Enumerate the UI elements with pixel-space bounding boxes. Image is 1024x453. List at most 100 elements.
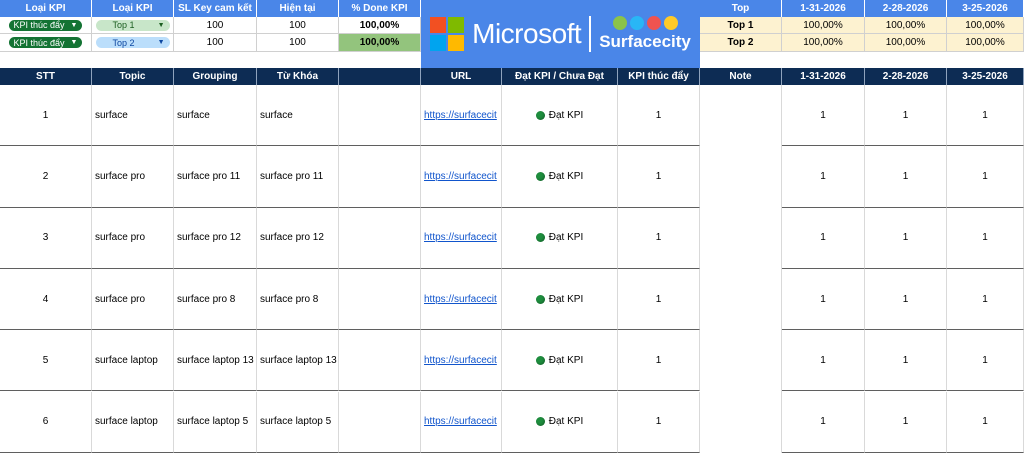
date-1-cell[interactable]: 1 bbox=[782, 85, 865, 147]
url-link[interactable]: https://surfacecit bbox=[424, 355, 497, 366]
status-cell[interactable]: Đạt KPI bbox=[502, 330, 618, 392]
keyword-cell[interactable]: surface laptop 5 bbox=[257, 391, 339, 453]
keyword-cell[interactable]: surface bbox=[257, 85, 339, 147]
topic-cell[interactable]: surface bbox=[92, 85, 174, 147]
pct-cell[interactable]: 100,00% bbox=[865, 34, 947, 52]
status-cell[interactable]: Đạt KPI bbox=[502, 85, 618, 147]
kpi-thuc-day-cell[interactable]: 1 bbox=[618, 330, 700, 392]
col-header-keyword[interactable]: Từ Khóa bbox=[257, 68, 339, 85]
top-label-cell[interactable]: Top 2 bbox=[700, 34, 782, 52]
grouping-cell[interactable]: surface laptop 5 bbox=[174, 391, 257, 453]
date-1-cell[interactable]: 1 bbox=[782, 146, 865, 208]
col-header-status[interactable]: Đạt KPI / Chưa Đạt bbox=[502, 68, 618, 85]
committed-cell[interactable]: 100 bbox=[174, 34, 257, 52]
kpi-thuc-day-cell[interactable]: 1 bbox=[618, 207, 700, 269]
kpi-type-cell[interactable]: KPI thúc đẩy ▼ bbox=[0, 34, 92, 52]
stt-cell[interactable]: 6 bbox=[0, 391, 92, 453]
date-1-cell[interactable]: 1 bbox=[782, 268, 865, 331]
empty-cell[interactable] bbox=[339, 207, 421, 269]
keyword-cell[interactable]: surface pro 12 bbox=[257, 207, 339, 269]
topic-cell[interactable]: surface pro bbox=[92, 207, 174, 269]
stt-cell[interactable]: 5 bbox=[0, 330, 92, 392]
note-merged-cell[interactable] bbox=[700, 85, 782, 453]
empty-cell[interactable] bbox=[339, 146, 421, 208]
grouping-cell[interactable]: surface pro 11 bbox=[174, 146, 257, 208]
col-header-date-3[interactable]: 3-25-2026 bbox=[947, 68, 1024, 85]
kpi-level-cell[interactable]: Top 1 ▼ bbox=[92, 17, 174, 34]
grouping-cell[interactable]: surface bbox=[174, 85, 257, 147]
topic-cell[interactable]: surface pro bbox=[92, 268, 174, 331]
url-link[interactable]: https://surfacecit bbox=[424, 110, 497, 121]
kpi-type-dropdown[interactable]: KPI thúc đẩy ▼ bbox=[8, 37, 83, 48]
keyword-cell[interactable]: surface pro 11 bbox=[257, 146, 339, 208]
date-3-cell[interactable]: 1 bbox=[947, 207, 1024, 269]
header-date-3[interactable]: 3-25-2026 bbox=[947, 0, 1024, 17]
kpi-type-dropdown[interactable]: KPI thúc đẩy ▼ bbox=[8, 19, 83, 31]
kpi-type-cell[interactable]: KPI thúc đẩy ▼ bbox=[0, 17, 92, 34]
pct-cell[interactable]: 100,00% bbox=[782, 34, 865, 52]
topic-cell[interactable]: surface laptop bbox=[92, 391, 174, 453]
date-2-cell[interactable]: 1 bbox=[865, 330, 947, 392]
header-loai-kpi[interactable]: Loại KPI bbox=[0, 0, 92, 17]
empty-cell[interactable] bbox=[339, 391, 421, 453]
col-header-empty[interactable] bbox=[339, 68, 421, 85]
col-header-note[interactable]: Note bbox=[700, 68, 782, 85]
header-loai-kpi-2[interactable]: Loại KPI bbox=[92, 0, 174, 17]
empty-cell[interactable] bbox=[339, 330, 421, 392]
stt-cell[interactable]: 4 bbox=[0, 268, 92, 331]
kpi-level-cell[interactable]: Top 2 ▼ bbox=[92, 34, 174, 52]
status-cell[interactable]: Đạt KPI bbox=[502, 146, 618, 208]
header-date-1[interactable]: 1-31-2026 bbox=[782, 0, 865, 17]
col-header-topic[interactable]: Topic bbox=[92, 68, 174, 85]
date-2-cell[interactable]: 1 bbox=[865, 85, 947, 147]
keyword-cell[interactable]: surface pro 8 bbox=[257, 268, 339, 331]
col-header-kpi-thuc-day[interactable]: KPI thúc đẩy bbox=[618, 68, 700, 85]
grouping-cell[interactable]: surface laptop 13 bbox=[174, 330, 257, 392]
pct-cell[interactable]: 100,00% bbox=[947, 34, 1024, 52]
done-cell[interactable]: 100,00% bbox=[339, 34, 421, 52]
col-header-grouping[interactable]: Grouping bbox=[174, 68, 257, 85]
date-2-cell[interactable]: 1 bbox=[865, 268, 947, 331]
done-cell[interactable]: 100,00% bbox=[339, 17, 421, 34]
url-link[interactable]: https://surfacecit bbox=[424, 294, 497, 305]
date-1-cell[interactable]: 1 bbox=[782, 391, 865, 453]
grouping-cell[interactable]: surface pro 12 bbox=[174, 207, 257, 269]
header-done-kpi[interactable]: % Done KPI bbox=[339, 0, 421, 17]
pct-cell[interactable]: 100,00% bbox=[947, 17, 1024, 34]
url-link[interactable]: https://surfacecit bbox=[424, 232, 497, 243]
date-2-cell[interactable]: 1 bbox=[865, 207, 947, 269]
date-1-cell[interactable]: 1 bbox=[782, 330, 865, 392]
header-top[interactable]: Top bbox=[700, 0, 782, 17]
top-label-cell[interactable]: Top 1 bbox=[700, 17, 782, 34]
col-header-url[interactable]: URL bbox=[421, 68, 502, 85]
topic-cell[interactable]: surface pro bbox=[92, 146, 174, 208]
kpi-thuc-day-cell[interactable]: 1 bbox=[618, 268, 700, 331]
date-3-cell[interactable]: 1 bbox=[947, 268, 1024, 331]
header-date-2[interactable]: 2-28-2026 bbox=[865, 0, 947, 17]
url-cell[interactable]: https://surfacecit bbox=[421, 146, 502, 208]
url-cell[interactable]: https://surfacecit bbox=[421, 207, 502, 269]
stt-cell[interactable]: 1 bbox=[0, 85, 92, 147]
grouping-cell[interactable]: surface pro 8 bbox=[174, 268, 257, 331]
url-cell[interactable]: https://surfacecit bbox=[421, 391, 502, 453]
kpi-thuc-day-cell[interactable]: 1 bbox=[618, 146, 700, 208]
url-cell[interactable]: https://surfacecit bbox=[421, 85, 502, 147]
kpi-level-dropdown[interactable]: Top 2 ▼ bbox=[95, 37, 170, 48]
header-hien-tai[interactable]: Hiện tại bbox=[257, 0, 339, 17]
url-link[interactable]: https://surfacecit bbox=[424, 416, 497, 427]
kpi-level-dropdown[interactable]: Top 1 ▼ bbox=[95, 19, 170, 31]
empty-cell[interactable] bbox=[339, 268, 421, 331]
url-cell[interactable]: https://surfacecit bbox=[421, 330, 502, 392]
kpi-thuc-day-cell[interactable]: 1 bbox=[618, 391, 700, 453]
date-3-cell[interactable]: 1 bbox=[947, 330, 1024, 392]
pct-cell[interactable]: 100,00% bbox=[782, 17, 865, 34]
kpi-thuc-day-cell[interactable]: 1 bbox=[618, 85, 700, 147]
date-3-cell[interactable]: 1 bbox=[947, 146, 1024, 208]
date-3-cell[interactable]: 1 bbox=[947, 391, 1024, 453]
stt-cell[interactable]: 3 bbox=[0, 207, 92, 269]
url-cell[interactable]: https://surfacecit bbox=[421, 268, 502, 331]
current-cell[interactable]: 100 bbox=[257, 34, 339, 52]
date-3-cell[interactable]: 1 bbox=[947, 85, 1024, 147]
stt-cell[interactable]: 2 bbox=[0, 146, 92, 208]
date-2-cell[interactable]: 1 bbox=[865, 391, 947, 453]
